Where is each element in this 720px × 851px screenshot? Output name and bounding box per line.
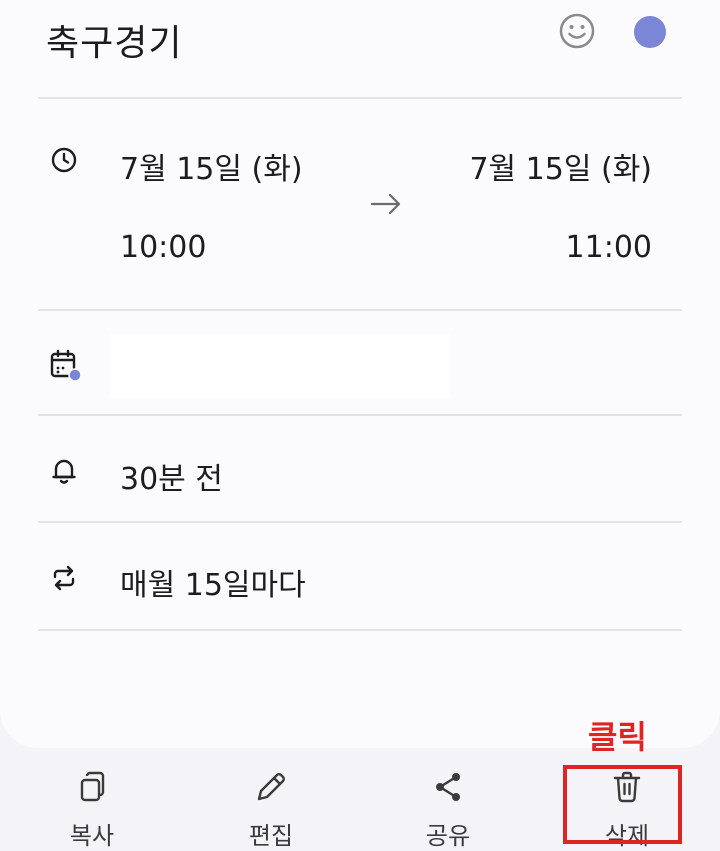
event-title: 축구경기 — [46, 23, 183, 64]
divider — [38, 309, 682, 311]
start-time[interactable]: 10:00 — [120, 230, 206, 265]
share-label: 공유 — [425, 822, 471, 850]
repeat-value[interactable]: 매월 15일마다 — [120, 560, 306, 604]
edit-button[interactable]: 편집 — [211, 764, 331, 850]
edit-label: 편집 — [248, 822, 294, 850]
share-icon — [436, 773, 460, 801]
smiley-icon[interactable] — [558, 12, 596, 50]
divider — [38, 521, 682, 523]
calendar-icon — [50, 349, 82, 382]
copy-label: 복사 — [69, 822, 115, 850]
pencil-icon — [257, 773, 285, 801]
repeat-icon — [53, 565, 75, 591]
click-annotation: 클릭 — [588, 718, 647, 756]
copy-button[interactable]: 복사 — [32, 764, 152, 850]
click-highlight-box — [563, 765, 682, 844]
event-detail-card: 축구경기 7월 15일 (화) 10:00 7월 15일 (화) 11:00 3… — [0, 0, 720, 748]
reminder-value[interactable]: 30분 전 — [120, 454, 223, 498]
divider — [38, 414, 682, 416]
event-color-dot[interactable] — [634, 16, 666, 48]
calendar-name-field[interactable] — [110, 334, 450, 398]
copy-icon — [80, 771, 105, 802]
share-button[interactable]: 공유 — [388, 764, 508, 850]
divider — [38, 97, 682, 99]
start-date[interactable]: 7월 15일 (화) — [120, 144, 303, 188]
arrow-right-icon — [370, 193, 401, 215]
divider — [38, 629, 682, 631]
bell-icon — [52, 459, 76, 484]
end-date[interactable]: 7월 15일 (화) — [400, 144, 652, 188]
end-time[interactable]: 11:00 — [400, 230, 652, 265]
clock-icon — [51, 147, 77, 173]
